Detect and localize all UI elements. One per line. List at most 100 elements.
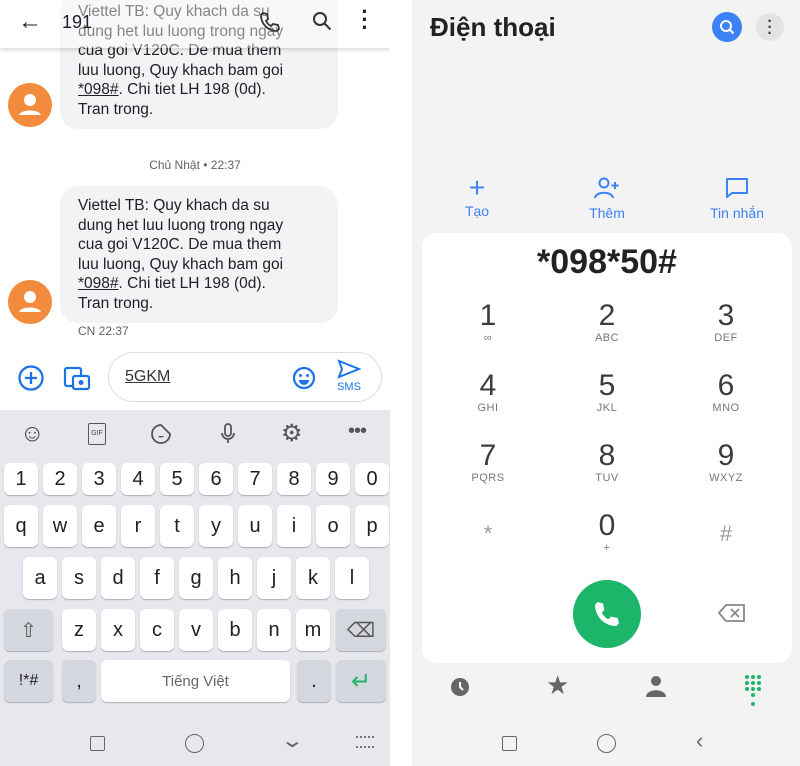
more-options-icon[interactable]: · · · bbox=[360, 1, 370, 39]
symbols-key[interactable]: !*# bbox=[4, 660, 53, 702]
key-w[interactable]: w bbox=[43, 505, 77, 547]
key-c[interactable]: c bbox=[140, 609, 174, 651]
key-l[interactable]: l bbox=[335, 557, 369, 599]
recents-icon[interactable] bbox=[90, 736, 105, 751]
key-h[interactable]: h bbox=[218, 557, 252, 599]
home-icon[interactable] bbox=[597, 734, 616, 753]
key-5[interactable]: 5 bbox=[160, 463, 194, 495]
keypad-icon[interactable] bbox=[744, 674, 762, 706]
recents-clock-icon[interactable] bbox=[449, 676, 471, 698]
key-i[interactable]: i bbox=[277, 505, 311, 547]
avatar[interactable] bbox=[8, 280, 52, 324]
key-g[interactable]: g bbox=[179, 557, 213, 599]
enter-key[interactable]: ↵ bbox=[336, 660, 386, 702]
date-divider: Chủ Nhật • 22:37 bbox=[149, 158, 241, 172]
key-m[interactable]: m bbox=[296, 609, 330, 651]
home-icon[interactable] bbox=[185, 734, 204, 753]
key-q[interactable]: q bbox=[4, 505, 38, 547]
dialed-number[interactable]: *098*50# bbox=[422, 243, 792, 282]
sticker-icon[interactable] bbox=[150, 423, 172, 445]
dial-key-8[interactable]: 8 TUV bbox=[552, 440, 662, 486]
key-v[interactable]: v bbox=[179, 609, 213, 651]
key-7[interactable]: 7 bbox=[238, 463, 272, 495]
key-f[interactable]: f bbox=[140, 557, 174, 599]
backspace-icon[interactable] bbox=[718, 603, 746, 623]
key-0[interactable]: 0 bbox=[355, 463, 389, 495]
dial-key-5[interactable]: 5 JKL bbox=[552, 370, 662, 416]
key-p[interactable]: p bbox=[355, 505, 389, 547]
search-icon[interactable] bbox=[712, 12, 742, 42]
dial-key-*[interactable]: * bbox=[433, 510, 543, 564]
more-options-icon[interactable]: · · · bbox=[756, 13, 784, 42]
key-4[interactable]: 4 bbox=[121, 463, 155, 495]
create-contact-button[interactable]: + Tạo bbox=[427, 174, 527, 220]
dial-letters: GHI bbox=[477, 402, 499, 414]
dial-key-#[interactable]: # bbox=[671, 510, 781, 564]
favorites-star-icon[interactable]: ★ bbox=[546, 670, 569, 701]
search-icon[interactable] bbox=[310, 9, 334, 33]
keyboard-switch-icon[interactable] bbox=[356, 736, 374, 748]
key-e[interactable]: e bbox=[82, 505, 116, 547]
more-icon[interactable]: ••• bbox=[348, 420, 367, 443]
dial-key-4[interactable]: 4 GHI bbox=[433, 370, 543, 416]
back-icon[interactable]: ‹ bbox=[696, 728, 703, 754]
dial-digit: 4 bbox=[479, 369, 497, 402]
send-message-button[interactable]: Tin nhắn bbox=[687, 176, 787, 221]
key-t[interactable]: t bbox=[160, 505, 194, 547]
dial-key-1[interactable]: 1 ∞ bbox=[433, 300, 543, 346]
key-y[interactable]: y bbox=[199, 505, 233, 547]
key-r[interactable]: r bbox=[121, 505, 155, 547]
key-6[interactable]: 6 bbox=[199, 463, 233, 495]
dial-digit: 9 bbox=[717, 439, 735, 472]
send-sms-button[interactable]: SMS bbox=[333, 359, 365, 393]
dial-key-7[interactable]: 7 PQRS bbox=[433, 440, 543, 486]
message-line: cua goi V120C. De mua them bbox=[78, 236, 282, 253]
key-n[interactable]: n bbox=[257, 609, 291, 651]
dial-key-9[interactable]: 9 WXYZ bbox=[671, 440, 781, 486]
key-o[interactable]: o bbox=[316, 505, 350, 547]
key-k[interactable]: k bbox=[296, 557, 330, 599]
key-j[interactable]: j bbox=[257, 557, 291, 599]
key-1[interactable]: 1 bbox=[4, 463, 38, 495]
ussd-link[interactable]: *098# bbox=[78, 81, 119, 98]
comma-key[interactable]: , bbox=[62, 660, 96, 702]
dial-key-6[interactable]: 6 MNO bbox=[671, 370, 781, 416]
dial-key-3[interactable]: 3 DEF bbox=[671, 300, 781, 346]
key-u[interactable]: u bbox=[238, 505, 272, 547]
key-z[interactable]: z bbox=[62, 609, 96, 651]
action-label: Thêm bbox=[589, 205, 625, 221]
dial-key-2[interactable]: 2 ABC bbox=[552, 300, 662, 346]
add-to-contact-button[interactable]: Thêm bbox=[557, 176, 657, 221]
gif-icon[interactable]: GIF bbox=[88, 423, 106, 445]
backspace-key[interactable]: ⌫ bbox=[336, 609, 386, 651]
ussd-link[interactable]: *098# bbox=[78, 275, 119, 292]
key-2[interactable]: 2 bbox=[43, 463, 77, 495]
message-input[interactable]: 5GKM SMS bbox=[108, 352, 382, 402]
dial-key-0[interactable]: 0 + bbox=[552, 510, 662, 556]
key-b[interactable]: b bbox=[218, 609, 252, 651]
key-s[interactable]: s bbox=[62, 557, 96, 599]
phone-icon[interactable] bbox=[258, 10, 282, 34]
microphone-icon[interactable] bbox=[218, 422, 238, 446]
add-attachment-icon[interactable] bbox=[17, 364, 45, 392]
settings-gear-icon[interactable]: ⚙ bbox=[281, 419, 303, 448]
key-d[interactable]: d bbox=[101, 557, 135, 599]
avatar[interactable] bbox=[8, 83, 52, 127]
contacts-person-icon[interactable] bbox=[644, 674, 668, 698]
recents-icon[interactable] bbox=[502, 736, 517, 751]
call-button[interactable] bbox=[573, 580, 641, 648]
key-8[interactable]: 8 bbox=[277, 463, 311, 495]
space-key[interactable]: Tiếng Việt bbox=[101, 660, 290, 702]
gallery-camera-icon[interactable] bbox=[62, 363, 92, 393]
dial-digit: 2 bbox=[598, 299, 616, 332]
key-x[interactable]: x bbox=[101, 609, 135, 651]
emoji-icon[interactable] bbox=[292, 366, 316, 390]
period-key[interactable]: . bbox=[297, 660, 331, 702]
key-9[interactable]: 9 bbox=[316, 463, 350, 495]
back-arrow-icon[interactable]: ← bbox=[18, 8, 42, 36]
hide-keyboard-icon[interactable]: ⌄ bbox=[280, 728, 305, 753]
emoji-icon[interactable]: ☺ bbox=[20, 420, 45, 448]
shift-key[interactable]: ⇧ bbox=[4, 609, 53, 651]
key-3[interactable]: 3 bbox=[82, 463, 116, 495]
key-a[interactable]: a bbox=[23, 557, 57, 599]
